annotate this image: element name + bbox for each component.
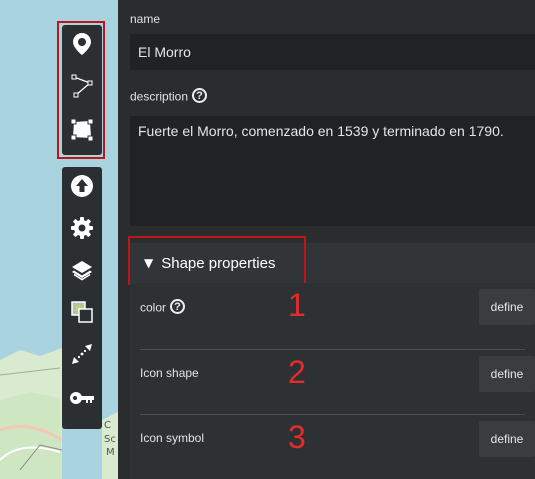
define-icon-symbol-button[interactable]: define — [479, 421, 535, 457]
name-input[interactable]: El Morro — [130, 34, 535, 70]
layers-icon — [72, 261, 92, 281]
prop-row-icon-symbol: Icon symbol 3 define — [140, 417, 535, 463]
map-marker-icon — [73, 33, 91, 55]
annotation-number: 2 — [288, 354, 306, 390]
name-label: name — [130, 12, 161, 26]
permissions-button[interactable] — [62, 381, 102, 415]
polygon-icon — [70, 118, 94, 142]
edit-panel: name El Morro description? Fuerte el Mor… — [118, 0, 535, 479]
prop-label: Icon symbol — [140, 431, 205, 445]
map-label: C — [104, 420, 111, 431]
shape-properties-header[interactable]: ▼ Shape properties — [130, 243, 535, 283]
arrows-icon — [72, 344, 92, 364]
map-label: M — [106, 447, 115, 458]
prop-label-text: color — [140, 300, 167, 315]
draw-marker-button[interactable] — [62, 27, 102, 61]
draw-toolbar — [62, 25, 102, 155]
help-icon[interactable]: ? — [192, 88, 208, 103]
help-icon[interactable]: ? — [170, 299, 186, 314]
divider — [140, 414, 525, 415]
polyline-icon — [71, 74, 93, 98]
description-label: description? — [130, 88, 208, 104]
gear-icon — [71, 217, 93, 239]
shape-properties-body: color? 1 define Icon shape 2 define Icon… — [130, 283, 535, 479]
annotation-number: 3 — [288, 419, 306, 455]
prop-row-icon-shape: Icon shape 2 define — [140, 352, 535, 398]
measure-button[interactable] — [62, 337, 102, 371]
upload-icon — [71, 175, 93, 197]
caret-down-icon: ▼ — [144, 256, 154, 270]
shape-properties-title: Shape properties — [161, 254, 276, 272]
tilelayer-button[interactable] — [62, 295, 102, 329]
define-icon-shape-button[interactable]: define — [479, 356, 535, 392]
divider — [140, 349, 525, 350]
draw-polyline-button[interactable] — [62, 69, 102, 103]
map-label: Sc — [104, 434, 116, 445]
description-label-text: description — [130, 89, 189, 104]
prop-label: Icon shape — [140, 366, 199, 380]
description-textarea[interactable]: Fuerte el Morro, comenzado en 1539 y ter… — [130, 116, 535, 226]
main-toolbar — [62, 167, 102, 429]
key-icon — [70, 392, 94, 404]
settings-button[interactable] — [62, 211, 102, 245]
upload-button[interactable] — [62, 169, 102, 203]
layers-button[interactable] — [62, 253, 102, 287]
prop-row-color: color? 1 define — [140, 285, 535, 331]
prop-label: color? — [140, 299, 186, 315]
define-color-button[interactable]: define — [479, 289, 535, 325]
annotation-number: 1 — [288, 287, 306, 323]
tilelayer-icon — [71, 301, 93, 323]
draw-polygon-button[interactable] — [62, 113, 102, 147]
